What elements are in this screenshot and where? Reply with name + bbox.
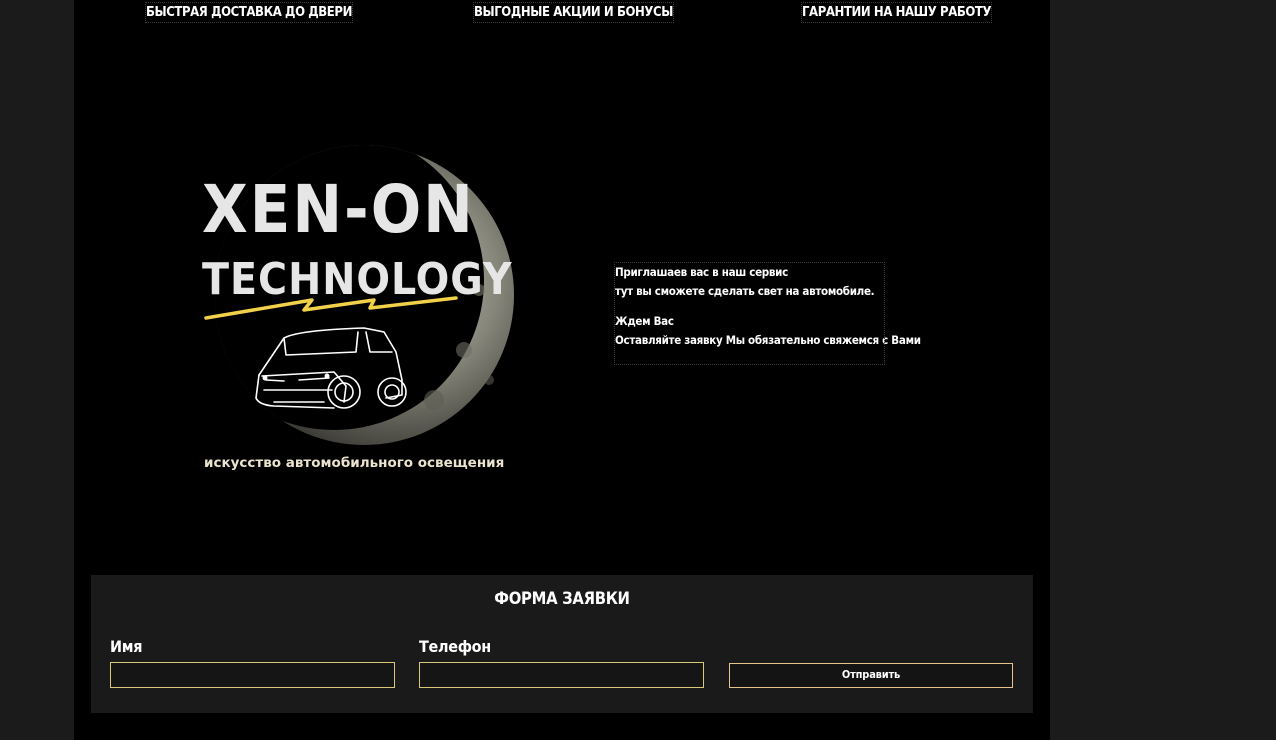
topbar-item-delivery[interactable]: БЫСТРАЯ ДОСТАВКА ДО ДВЕРИ: [145, 2, 353, 23]
logo-line1: XEN-ON: [202, 171, 475, 248]
intro-line: Приглашаев вас в наш сервис: [615, 265, 788, 279]
logo-tagline: искусство автомобильного освещения: [204, 455, 504, 471]
submit-button[interactable]: Отправить: [729, 663, 1013, 688]
topbar-item-guarantees[interactable]: ГАРАНТИИ НА НАШУ РАБОТУ: [800, 2, 993, 23]
request-form: ФОРМА ЗАЯВКИ Имя Телефон Отправить: [91, 575, 1033, 713]
intro-line: Оставляйте заявку Мы обязательно свяжемс…: [615, 333, 921, 347]
name-label: Имя: [110, 637, 143, 656]
intro-text-block: Приглашаев вас в наш сервис тут вы сможе…: [614, 262, 921, 365]
intro-line: Ждем Вас: [615, 314, 674, 328]
headlight-icon: [324, 373, 330, 379]
phone-label: Телефон: [419, 637, 491, 656]
brand-logo: XEN-ON TECHNOLOGY искусство автомобильно…: [134, 140, 554, 520]
logo-line2: TECHNOLOGY: [202, 254, 513, 305]
phone-input[interactable]: [419, 662, 704, 688]
form-title: ФОРМА ЗАЯВКИ: [494, 589, 630, 608]
page-container: БЫСТРАЯ ДОСТАВКА ДО ДВЕРИ ВЫГОДНЫЕ АКЦИИ…: [74, 0, 1050, 740]
headlight-icon: [262, 375, 268, 381]
topbar-item-promotions[interactable]: ВЫГОДНЫЕ АКЦИИ И БОНУСЫ: [473, 2, 674, 23]
name-input[interactable]: [110, 662, 395, 688]
intro-line: тут вы сможете сделать свет на автомобил…: [615, 284, 875, 298]
